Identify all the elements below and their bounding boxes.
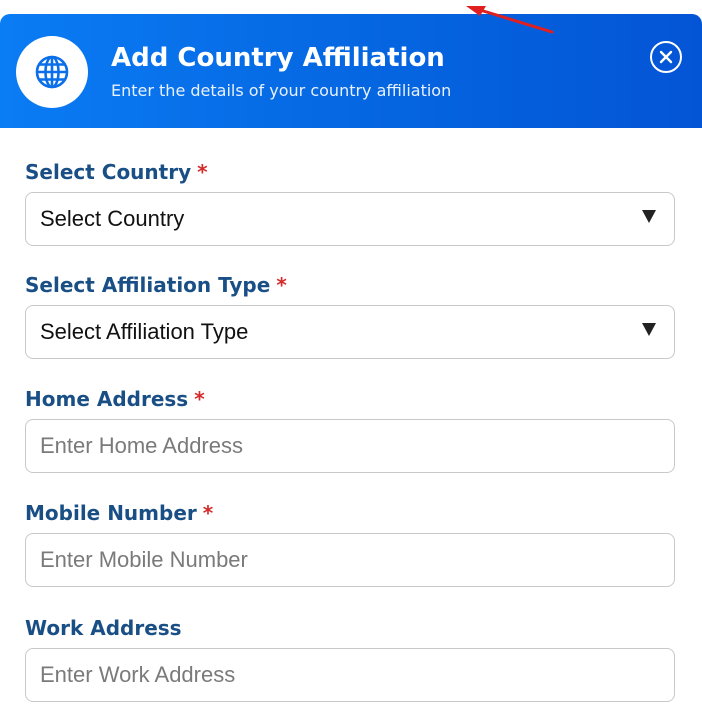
mobile-number-label: Mobile Number * — [25, 501, 213, 525]
affiliation-type-select-value: Select Affiliation Type — [40, 319, 249, 344]
required-mark: * — [197, 160, 208, 184]
close-icon — [659, 50, 673, 64]
affiliation-type-label: Select Affiliation Type * — [25, 273, 287, 297]
mobile-number-label-text: Mobile Number — [25, 501, 197, 525]
home-address-label-text: Home Address — [25, 387, 189, 411]
globe-badge — [16, 36, 88, 108]
caret-down-icon — [642, 210, 656, 223]
close-button[interactable] — [650, 41, 682, 73]
home-address-input[interactable] — [25, 419, 675, 473]
country-label: Select Country * — [25, 160, 208, 184]
home-address-label: Home Address * — [25, 387, 205, 411]
work-address-label-text: Work Address — [25, 616, 182, 640]
country-select[interactable]: Select Country — [25, 192, 675, 246]
add-country-affiliation-dialog: Add Country Affiliation Enter the detail… — [0, 0, 702, 709]
dialog-header: Add Country Affiliation Enter the detail… — [0, 14, 702, 128]
country-select-value: Select Country — [40, 206, 185, 231]
dialog-title: Add Country Affiliation — [111, 43, 445, 73]
affiliation-type-label-text: Select Affiliation Type — [25, 273, 271, 297]
work-address-label: Work Address — [25, 616, 182, 640]
country-label-text: Select Country — [25, 160, 192, 184]
globe-icon — [35, 55, 69, 89]
caret-down-icon — [642, 323, 656, 336]
required-mark: * — [194, 387, 205, 411]
dialog-subtitle: Enter the details of your country affili… — [111, 81, 452, 100]
work-address-input[interactable] — [25, 648, 675, 702]
required-mark: * — [202, 501, 214, 525]
mobile-number-input[interactable] — [25, 533, 675, 587]
affiliation-type-select[interactable]: Select Affiliation Type — [25, 305, 675, 359]
required-mark: * — [276, 273, 287, 297]
top-strip — [0, 0, 702, 14]
